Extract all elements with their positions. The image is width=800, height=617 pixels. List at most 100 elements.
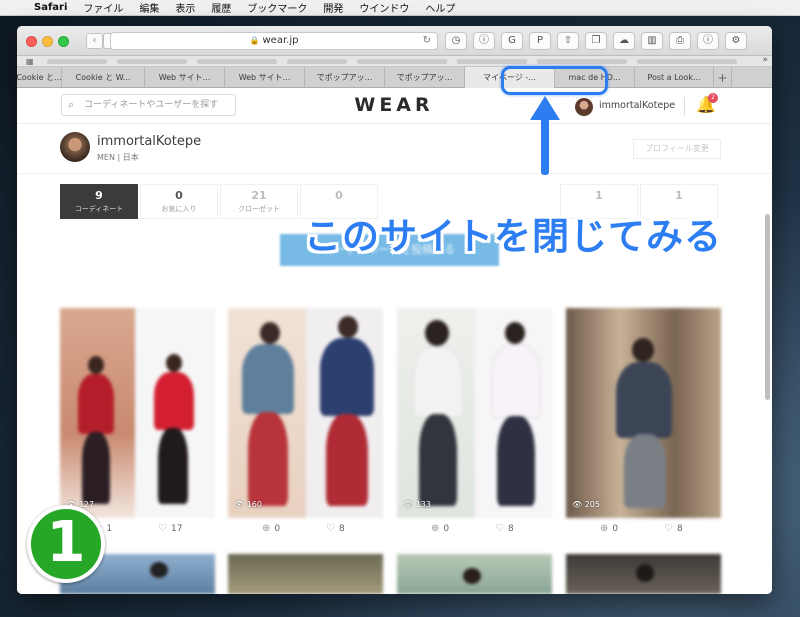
- grid-icon[interactable]: ▦: [26, 57, 34, 66]
- bookmark-item[interactable]: [357, 59, 447, 64]
- photo-person-legs: [419, 414, 457, 506]
- page-scrollbar[interactable]: [765, 214, 770, 400]
- heart-icon: ♡: [158, 523, 167, 534]
- browser-tab[interactable]: Cookie と...: [17, 67, 62, 88]
- save-button[interactable]: ⊕ 0: [431, 523, 449, 534]
- menu-view[interactable]: 表示: [167, 0, 203, 15]
- cloud-icon[interactable]: ☁: [613, 32, 635, 50]
- info-icon[interactable]: ⓘ: [473, 32, 495, 50]
- browser-tab[interactable]: Post a Look...: [635, 67, 714, 88]
- like-count: 17: [170, 524, 183, 534]
- menu-safari[interactable]: Safari: [26, 2, 75, 13]
- bookmarks-overflow-icon[interactable]: »: [762, 55, 768, 65]
- photo-person-head: [636, 564, 654, 582]
- profile-avatar: [60, 132, 90, 162]
- photo-person-head: [166, 354, 182, 372]
- bookmark-item[interactable]: [637, 59, 737, 64]
- sidebar-icon[interactable]: ▥: [641, 32, 663, 50]
- outfit-card[interactable]: [228, 554, 383, 594]
- outfit-card[interactable]: [566, 554, 721, 594]
- outfit-photo[interactable]: [566, 554, 721, 594]
- share-icon[interactable]: ⇧: [557, 32, 579, 50]
- bookmark-item[interactable]: [537, 59, 627, 64]
- like-count: 8: [338, 524, 345, 534]
- photo-person-head: [632, 338, 654, 362]
- save-count: 0: [443, 524, 450, 534]
- outfit-photo[interactable]: [60, 308, 215, 518]
- close-window-button[interactable]: [26, 36, 37, 47]
- outfit-photo[interactable]: [397, 554, 552, 594]
- menu-file[interactable]: ファイル: [75, 0, 131, 15]
- photo-person-body: [616, 362, 672, 438]
- menu-help[interactable]: ヘルプ: [417, 0, 463, 15]
- bookmark-item[interactable]: [457, 59, 527, 64]
- tabs-overview-icon[interactable]: ❐: [585, 32, 607, 50]
- bookmark-item[interactable]: [197, 59, 277, 64]
- bookmark-item[interactable]: [117, 59, 187, 64]
- bookmark-item[interactable]: [287, 59, 347, 64]
- minimize-window-button[interactable]: [42, 36, 53, 47]
- like-button[interactable]: ♡ 8: [495, 523, 514, 534]
- like-button[interactable]: ♡ 8: [664, 523, 683, 534]
- browser-tab[interactable]: Cookie と W...: [62, 67, 145, 88]
- avatar[interactable]: [575, 98, 593, 116]
- history-icon[interactable]: ◷: [445, 32, 467, 50]
- site-logo[interactable]: WEAR: [349, 94, 439, 116]
- settings-icon[interactable]: ⚙: [725, 32, 747, 50]
- pinterest-icon[interactable]: P: [529, 32, 551, 50]
- photo-person-legs: [497, 416, 535, 506]
- browser-tab[interactable]: でポップアッ...: [385, 67, 465, 88]
- browser-tab[interactable]: Web サイト...: [145, 67, 225, 88]
- edit-profile-button[interactable]: プロフィール変更: [633, 139, 721, 159]
- profile-meta: MEN | 日本: [97, 153, 139, 162]
- outfit-photo[interactable]: [566, 308, 721, 518]
- menu-history[interactable]: 履歴: [203, 0, 239, 15]
- photo-person-body: [320, 338, 374, 416]
- fullscreen-window-button[interactable]: [58, 36, 69, 47]
- bookmark-item[interactable]: [47, 59, 107, 64]
- like-button[interactable]: ♡ 8: [326, 523, 345, 534]
- save-button[interactable]: ⊕ 0: [600, 523, 618, 534]
- browser-tab[interactable]: でポップアッ...: [305, 67, 385, 88]
- outfit-photo[interactable]: [228, 308, 383, 518]
- outfit-photo[interactable]: [228, 554, 383, 594]
- address-bar[interactable]: 🔒 wear.jp ↻: [110, 32, 438, 50]
- extension-info-icon[interactable]: ⓘ: [697, 32, 719, 50]
- url-text: wear.jp: [262, 35, 299, 46]
- outfit-card[interactable]: 👁 133 ⊕ 0 ♡ 8: [397, 308, 552, 543]
- reload-icon[interactable]: ↻: [423, 33, 431, 49]
- view-count: 👁 205: [572, 500, 600, 509]
- photo-person-head: [88, 356, 104, 374]
- menu-edit[interactable]: 編集: [131, 0, 167, 15]
- extension-g-icon[interactable]: G: [501, 32, 523, 50]
- new-tab-button[interactable]: +: [714, 67, 732, 88]
- view-count: 👁 133: [403, 500, 431, 509]
- outfit-card[interactable]: 👁 160 ⊕ 0 ♡ 8: [228, 308, 383, 543]
- divider: [684, 97, 685, 115]
- save-button[interactable]: ⊕ 0: [262, 523, 280, 534]
- browser-toolbar: ‹ › 🔒wear.jp ↻ ◷ ⓘ G P ⇧ ❐ ☁ ▥ ⎙ ⓘ ⚙: [17, 26, 772, 56]
- heart-icon: ♡: [495, 523, 504, 534]
- outfit-card[interactable]: [397, 554, 552, 594]
- view-count-value: 205: [584, 500, 600, 509]
- highlight-box: [501, 66, 608, 95]
- outfit-photo[interactable]: [397, 308, 552, 518]
- browser-tab[interactable]: Web サイト...: [225, 67, 305, 88]
- stat-label: お気に入り: [161, 205, 197, 213]
- card-actions: ⊕ 0 ♡ 8: [566, 521, 721, 541]
- header-username[interactable]: immortalKotepe: [599, 100, 675, 111]
- menu-bookmarks[interactable]: ブックマーク: [239, 0, 315, 15]
- back-button[interactable]: ‹: [86, 33, 103, 49]
- print-icon[interactable]: ⎙: [669, 32, 691, 50]
- menu-develop[interactable]: 開発: [315, 0, 351, 15]
- search-input[interactable]: ⌕ コーディネートやユーザーを探す: [61, 94, 236, 116]
- plus-circle-icon: ⊕: [262, 523, 271, 534]
- like-button[interactable]: ♡ 17: [158, 523, 182, 534]
- plus-circle-icon: ⊕: [431, 523, 440, 534]
- outfit-card[interactable]: 👁 127 ⊕1 ♡17: [60, 308, 215, 543]
- menu-window[interactable]: ウインドウ: [351, 0, 417, 15]
- stat-favorites[interactable]: 0 お気に入り: [140, 184, 218, 219]
- stat-closet[interactable]: 21 クローゼット: [220, 184, 298, 219]
- stat-coordinates[interactable]: 9 コーディネート: [60, 184, 138, 219]
- outfit-card[interactable]: 👁 205 ⊕ 0 ♡ 8: [566, 308, 721, 543]
